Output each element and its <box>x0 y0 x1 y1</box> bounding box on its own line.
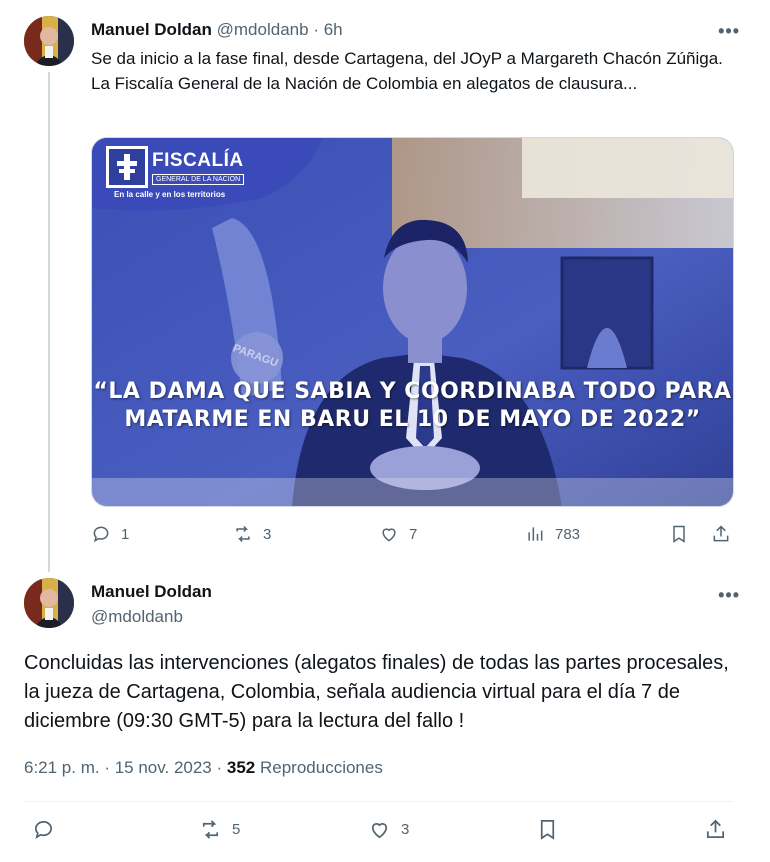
repost-icon <box>236 525 250 543</box>
tweet-text: Se da inicio a la fase final, desde Cart… <box>91 49 723 93</box>
avatar[interactable] <box>24 578 74 628</box>
repost-count: 5 <box>232 821 241 838</box>
logo-title: FISCALÍA <box>152 150 244 171</box>
repost-button[interactable]: 3 <box>233 524 271 544</box>
views-button[interactable]: 783 <box>525 524 580 544</box>
share-button[interactable] <box>711 524 731 544</box>
tweet-time[interactable]: 6h <box>324 20 343 39</box>
reply-icon <box>34 821 52 840</box>
tweet-time[interactable]: 6:21 p. m. <box>24 758 100 777</box>
author-handle[interactable]: @mdoldanb <box>91 607 183 627</box>
tweet-header: Manuel Doldan @mdoldanb · 6h <box>91 20 343 40</box>
bookmark-button[interactable] <box>669 524 689 544</box>
media-caption-line2: MATARME EN BARU EL 10 DE MAYO DE 2022” <box>124 407 701 432</box>
tweet-actions: 1 3 7 783 <box>91 524 741 554</box>
share-icon <box>713 525 729 542</box>
like-button[interactable]: 3 <box>368 818 409 841</box>
author-name[interactable]: Manuel Doldan <box>91 582 212 602</box>
more-icon[interactable]: ••• <box>718 586 740 604</box>
repost-count: 3 <box>263 525 272 543</box>
views-count: 783 <box>555 525 581 543</box>
tweet-media-image[interactable]: FISCALÍA GENERAL DE LA NACIÓN En la call… <box>91 137 734 507</box>
like-icon <box>382 528 396 542</box>
author-handle[interactable]: @mdoldanb <box>217 20 309 39</box>
views-icon <box>528 527 543 541</box>
like-icon <box>371 823 388 839</box>
views-total: 352 <box>226 758 256 777</box>
divider <box>24 801 734 802</box>
media-caption-line1: “LA DAMA QUE SABIA Y COORDINABA TODO PAR… <box>93 379 732 404</box>
share-button[interactable] <box>704 818 727 841</box>
logo-tagline: En la calle y en los territorios <box>114 190 226 199</box>
reply-button[interactable]: 1 <box>91 524 129 544</box>
fiscalia-cross-icon <box>106 146 148 188</box>
share-icon <box>706 819 725 839</box>
like-button[interactable]: 7 <box>379 524 417 544</box>
bookmark-icon <box>673 525 685 543</box>
fiscalia-logo <box>106 146 148 188</box>
avatar[interactable] <box>24 16 74 66</box>
tweet-text: Concluidas las intervenciones (alegatos … <box>24 652 729 732</box>
tweet-date[interactable]: 15 nov. 2023 <box>115 758 212 777</box>
thread-connector <box>48 72 50 572</box>
header-separator: · <box>313 20 319 39</box>
bookmark-icon <box>540 820 555 840</box>
author-name[interactable]: Manuel Doldan <box>91 20 212 39</box>
more-icon[interactable]: ••• <box>718 22 740 40</box>
views-label: Reproducciones <box>259 758 383 777</box>
reply-icon <box>93 526 109 543</box>
bookmark-button[interactable] <box>536 818 559 841</box>
logo-subtitle: GENERAL DE LA NACIÓN <box>152 174 245 185</box>
tweet-meta: 6:21 p. m. · 15 nov. 2023 · 352 Reproduc… <box>24 758 383 777</box>
reply-count: 1 <box>121 525 130 543</box>
like-count: 7 <box>409 525 418 543</box>
reply-button[interactable] <box>32 818 55 841</box>
repost-icon <box>202 820 219 839</box>
repost-button[interactable]: 5 <box>199 818 240 841</box>
tweet-actions: 5 3 <box>24 818 734 848</box>
like-count: 3 <box>401 821 410 838</box>
